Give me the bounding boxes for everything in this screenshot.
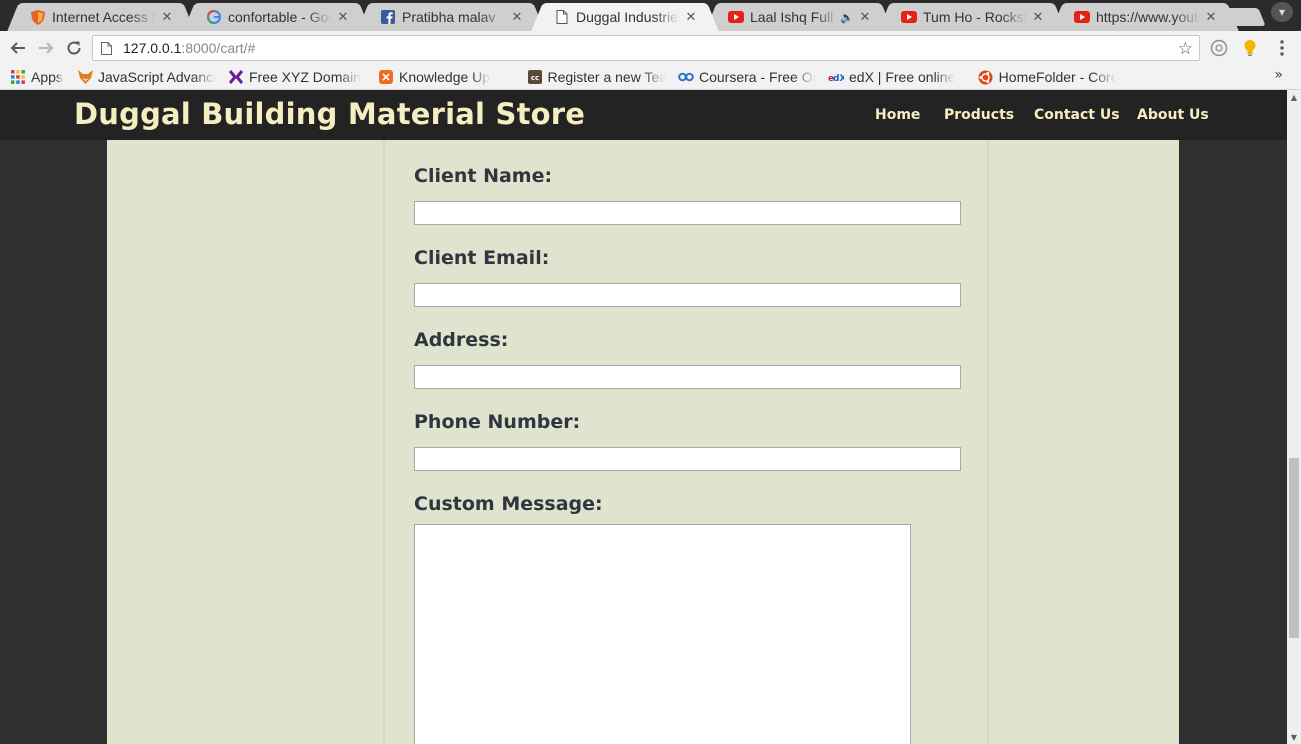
tab-label: Tum Ho - Rockstar (923, 9, 1027, 25)
tab-google-search[interactable]: confortable - Google Search ✕ (196, 3, 358, 31)
xyz-icon (228, 69, 244, 85)
edx-icon: e dX (828, 69, 844, 85)
bookmark-javascript-advanced[interactable]: JavaScript Advanced (78, 67, 216, 87)
arrow-right-icon (39, 42, 54, 54)
bookmark-label: Register a new Team (547, 69, 666, 85)
tab-laal-ishq[interactable]: Laal Ishq Full Song 🔉 ✕ (718, 3, 880, 31)
tab-label: Internet Access Denied (52, 9, 156, 25)
apps-grid-icon (10, 69, 26, 85)
page-viewport: Duggal Building Material Store Home Prod… (0, 90, 1287, 744)
speaker-icon[interactable]: 🔉 (840, 11, 854, 24)
window-user-icon[interactable]: ▾ (1271, 2, 1293, 22)
extension-icon[interactable] (1209, 38, 1229, 58)
lightbulb-icon[interactable] (1240, 38, 1260, 58)
phone-number-label: Phone Number: (414, 411, 581, 433)
tab-label: Pratibha malav (402, 9, 496, 25)
nav-products[interactable]: Products (944, 107, 1014, 123)
bookmark-edx[interactable]: e dX edX | Free online (828, 67, 966, 87)
url-host: 127.0.0.1 (123, 40, 182, 56)
bookmark-label: HomeFolder - Core (998, 69, 1116, 85)
youtube-icon (901, 9, 917, 25)
address-bar[interactable]: 127.0.0.1:8000/cart/# ☆ (92, 35, 1200, 61)
tab-label: https://www.youtube.com (1096, 9, 1200, 25)
order-form: Client Name: Client Email: Address: Phon… (383, 140, 989, 744)
page-scrollbar[interactable]: ▲ ▼ (1287, 90, 1301, 744)
bookmark-label: JavaScript Advanced (98, 69, 216, 85)
close-icon[interactable]: ✕ (684, 10, 698, 25)
address-input[interactable] (414, 365, 961, 389)
address-label: Address: (414, 329, 509, 351)
bookmark-register-team[interactable]: cc Register a new Team (528, 67, 666, 87)
bookmark-knowledge-up[interactable]: Knowledge Up (378, 67, 516, 87)
new-tab-button[interactable] (1226, 8, 1266, 26)
tab-youtube[interactable]: https://www.youtube.com ✕ (1064, 3, 1226, 31)
tab-tum-ho[interactable]: Tum Ho - Rockstar ✕ (891, 3, 1053, 31)
svg-text:dX: dX (833, 74, 844, 82)
client-email-input[interactable] (414, 283, 961, 307)
url-path: :8000/cart/# (181, 40, 256, 56)
bookmark-label: Knowledge Up (399, 69, 491, 85)
youtube-icon (728, 9, 744, 25)
custom-message-textarea[interactable] (414, 524, 911, 744)
close-icon[interactable]: ✕ (858, 10, 872, 25)
coursera-icon (678, 69, 694, 85)
tab-label: Duggal Industries (576, 9, 680, 25)
bookmark-label: Free XYZ Domain (249, 69, 362, 85)
bookmark-apps[interactable]: Apps (10, 67, 72, 87)
close-icon[interactable]: ✕ (336, 10, 350, 25)
cc-icon: cc (528, 69, 543, 85)
scroll-up-arrow-icon[interactable]: ▲ (1287, 90, 1301, 104)
client-name-label: Client Name: (414, 165, 553, 187)
svg-text:cc: cc (531, 74, 539, 82)
browser-toolbar: 127.0.0.1:8000/cart/# ☆ (0, 31, 1301, 64)
youtube-icon (1074, 9, 1090, 25)
bookmarks-bar: Apps JavaScript Advanced Free XYZ Domain… (0, 64, 1301, 90)
back-button[interactable] (7, 37, 29, 59)
reload-button[interactable] (63, 37, 85, 59)
browser-tab-strip: Internet Access Denied ✕ confortable - G… (0, 0, 1301, 31)
bookmark-label: edX | Free online (849, 69, 956, 85)
close-icon[interactable]: ✕ (1204, 10, 1218, 25)
tab-duggal-industries[interactable]: Duggal Industries ✕ (544, 3, 706, 31)
page-info-icon[interactable] (101, 41, 115, 55)
scrollbar-thumb[interactable] (1289, 458, 1299, 638)
client-name-input[interactable] (414, 201, 961, 225)
bookmark-label: Apps (31, 69, 63, 85)
bookmark-homefolder[interactable]: HomeFolder - Core (978, 67, 1116, 87)
nav-contact-us[interactable]: Contact Us (1034, 107, 1120, 123)
bookmark-coursera[interactable]: Coursera - Free Online (678, 67, 816, 87)
tab-facebook-profile[interactable]: Pratibha malav ✕ (370, 3, 532, 31)
tab-internet-access-denied[interactable]: Internet Access Denied ✕ (20, 3, 182, 31)
close-icon[interactable]: ✕ (1031, 10, 1045, 25)
phone-number-input[interactable] (414, 447, 961, 471)
arrow-left-icon (10, 42, 25, 54)
reload-icon (67, 41, 81, 55)
google-icon (206, 9, 222, 25)
close-icon[interactable]: ✕ (510, 10, 524, 25)
bookmark-star-icon[interactable]: ☆ (1178, 39, 1193, 59)
forward-button[interactable] (35, 37, 57, 59)
content-panel: Client Name: Client Email: Address: Phon… (107, 140, 1179, 744)
nav-home[interactable]: Home (875, 107, 920, 123)
shield-icon (30, 9, 46, 25)
tab-label: Laal Ishq Full Song (750, 9, 838, 25)
client-email-label: Client Email: (414, 247, 550, 269)
site-header: Duggal Building Material Store Home Prod… (0, 90, 1287, 140)
fox-icon (78, 69, 93, 85)
tab-label: confortable - Google Search (228, 9, 332, 25)
ubuntu-icon (978, 69, 994, 85)
scroll-down-arrow-icon[interactable]: ▼ (1287, 730, 1301, 744)
page-icon (554, 9, 570, 25)
custom-message-label: Custom Message: (414, 493, 603, 515)
facebook-icon (380, 9, 396, 25)
bookmark-free-xyz-domain[interactable]: Free XYZ Domain (228, 67, 366, 87)
nav-about-us[interactable]: About Us (1137, 107, 1209, 123)
site-title[interactable]: Duggal Building Material Store (74, 97, 585, 131)
menu-dots-icon[interactable] (1272, 38, 1292, 58)
close-icon[interactable]: ✕ (160, 10, 174, 25)
bookmark-label: Coursera - Free Online (699, 69, 816, 85)
bookmarks-overflow-button[interactable]: » (1274, 67, 1283, 83)
knowledge-icon (378, 69, 394, 85)
